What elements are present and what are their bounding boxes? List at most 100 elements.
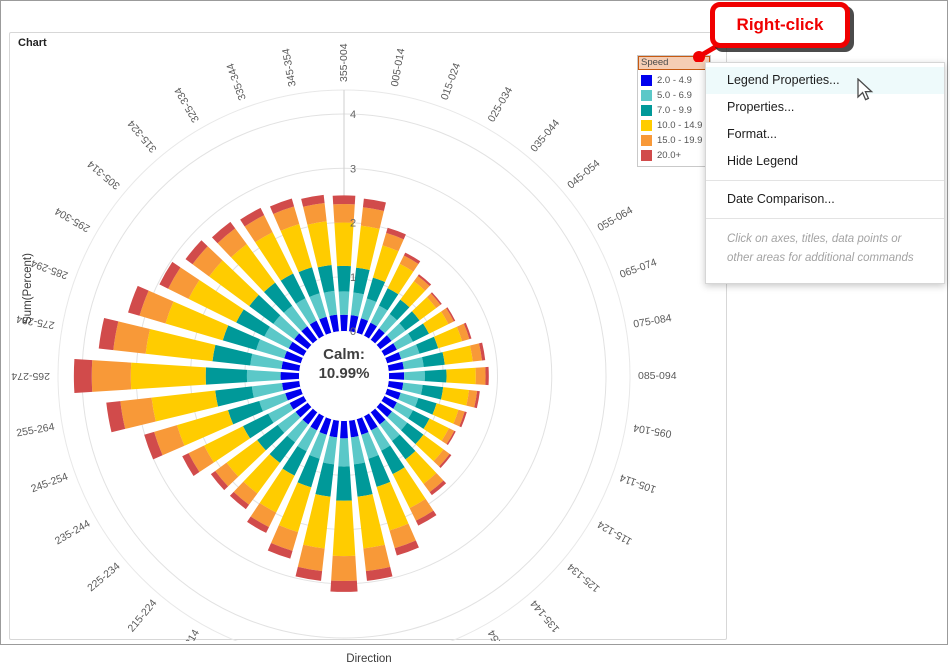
direction-tick-label: 095-104 [632,421,672,440]
context-menu-item[interactable]: Hide Legend [706,148,944,175]
wind-rose-segment[interactable] [282,381,301,391]
wind-rose-segment[interactable] [246,369,281,383]
wind-rose-segment[interactable] [366,277,386,302]
wind-rose-segment[interactable] [363,544,391,572]
context-menu[interactable]: Legend Properties... Properties... Format.… [705,62,945,284]
wind-rose-svg[interactable]: 0 1 2 3 4 005-014 015-024 025-034 035-044045-054… [10,33,728,641]
wind-rose-segment[interactable] [442,345,473,365]
calm-center[interactable] [299,331,389,421]
wind-rose-segment[interactable] [340,314,348,332]
wind-rose-segment[interactable] [331,555,357,582]
callout-text: Right-click [736,15,824,34]
wind-rose-segment[interactable] [446,367,476,385]
wind-rose-segment[interactable] [387,361,404,371]
context-menu-item[interactable]: Properties... [706,94,944,121]
wind-rose-segment[interactable] [388,372,405,380]
wind-rose-segment[interactable] [323,290,338,316]
polar-plot[interactable]: 0 1 2 3 4 005-014 015-024 025-034 035-044 045-054… [10,33,728,641]
legend-swatch-icon [641,75,652,86]
wind-rose-segment[interactable] [332,195,356,205]
wind-rose-segment[interactable] [357,494,385,549]
wind-rose-segment[interactable] [336,466,352,501]
wind-rose-segment[interactable] [113,321,150,354]
direction-tick-label: 105-114 [618,471,658,495]
wind-rose-segment[interactable] [338,291,350,315]
radial-tick-label: 3 [350,163,356,175]
direction-tick-label: 345-354 [280,47,299,87]
wind-rose-segment[interactable] [360,207,384,229]
direction-tick-label: 025-034 [486,85,516,125]
context-menu-hint: Click on axes, titles, data points or ot… [727,233,914,264]
context-menu-item[interactable]: Date Comparison... [706,186,944,213]
direction-tick-label: 015-024 [439,61,464,101]
wind-rose-segment[interactable] [329,419,339,438]
direction-tick-label: 115-124 [595,518,634,547]
legend-item-list: 2.0 - 4.9 5.0 - 6.9 7.0 - 9.9 10.0 - 14.9 15… [638,70,710,163]
wind-rose-segment[interactable] [215,386,254,407]
wind-rose-segment[interactable] [387,381,404,391]
legend-item[interactable]: 2.0 - 4.9 [641,73,710,88]
wind-rose-segment[interactable] [303,202,327,225]
wind-rose-segment[interactable] [280,372,300,380]
wind-rose-segment[interactable] [330,580,358,592]
wind-rose-segment[interactable] [485,366,489,386]
x-axis-title[interactable]: Direction [10,653,728,665]
wind-rose-segment[interactable] [350,292,364,317]
wind-rose-segment[interactable] [356,225,380,271]
legend-item[interactable]: 20.0+ [641,148,710,163]
wind-rose-segment[interactable] [120,397,156,429]
wind-rose-segment[interactable] [340,420,348,439]
legend-item-label: 2.0 - 4.9 [657,75,692,86]
wind-rose-segment[interactable] [404,370,425,382]
legend-item[interactable]: 7.0 - 9.9 [641,103,710,118]
wind-rose-segment[interactable] [475,367,486,385]
wind-rose-segment[interactable] [205,367,248,385]
wind-rose-segment[interactable] [281,361,301,371]
context-menu-item[interactable]: Legend Properties... [706,67,944,94]
wind-rose-segment[interactable] [315,462,335,497]
wind-rose-segment[interactable] [323,436,338,465]
radial-tick-label: 2 [350,218,356,230]
wind-rose-segment[interactable] [415,397,437,415]
direction-tick-label: 245-254 [29,471,69,496]
direction-tick-label: 075-084 [632,312,672,331]
wind-rose-segment[interactable] [337,265,351,292]
direction-tick-label: 055-064 [596,204,636,234]
wind-rose-segment[interactable] [353,462,373,497]
wind-rose-segment[interactable] [401,382,423,395]
wind-rose-segment[interactable] [338,438,350,467]
wind-rose-segment[interactable] [329,314,339,333]
wind-rose-segment[interactable] [350,436,365,465]
wind-rose-segment[interactable] [422,352,445,368]
wind-rose-segment[interactable] [303,494,331,549]
wind-rose-segment[interactable] [307,221,332,268]
wind-rose-segment[interactable] [212,344,253,366]
legend-item[interactable]: 15.0 - 19.9 [641,133,710,148]
wind-rose-segment[interactable] [91,360,132,392]
wind-rose-segment[interactable] [420,384,444,400]
direction-tick-label: 085-094 [638,370,677,382]
chart-panel[interactable]: 0 1 2 3 4 005-014 015-024 025-034 035-044 045-054… [9,32,728,665]
direction-tick-label: 325-334 [172,85,202,125]
wind-rose-segment[interactable] [297,544,325,572]
wind-rose-segment[interactable] [416,336,439,354]
wind-rose-segment[interactable] [433,326,463,349]
wind-rose-segment[interactable] [332,500,356,557]
legend[interactable]: Speed 2.0 - 4.9 5.0 - 6.9 7.0 - 9.9 10.0 - … [637,55,711,167]
wind-rose-segment[interactable] [424,369,447,383]
wind-rose-segment[interactable] [432,403,459,424]
y-axis-title[interactable]: Sum(Percent) [8,248,34,324]
legend-swatch-icon [641,90,652,101]
direction-tick-label: 355-004 [338,43,350,82]
wind-rose-segment[interactable] [402,357,424,370]
context-menu-item[interactable]: Format... [706,121,944,148]
wind-rose-segment[interactable] [349,419,359,438]
wind-rose-segment[interactable] [317,264,335,293]
page-title: Chart [18,37,47,49]
wind-rose-segment[interactable] [73,359,93,393]
legend-item[interactable]: 10.0 - 14.9 [641,118,710,133]
wind-rose-segment[interactable] [130,362,206,390]
legend-item[interactable]: 5.0 - 6.9 [641,88,710,103]
wind-rose-segment[interactable] [440,387,470,406]
legend-swatch-icon [641,135,652,146]
